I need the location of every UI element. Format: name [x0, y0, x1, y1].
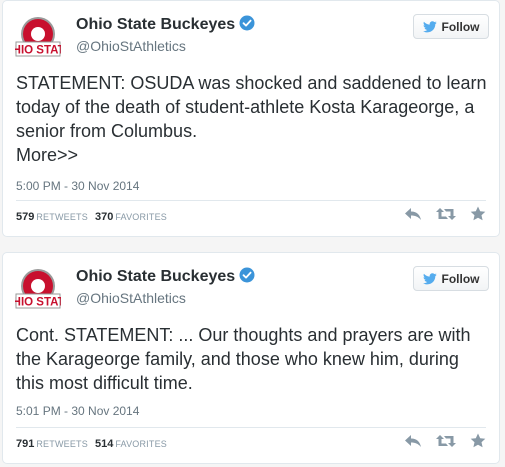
favorites-label[interactable]: FAVORITES: [115, 212, 167, 222]
retweet-icon: [436, 434, 456, 447]
follow-label: Follow: [441, 19, 480, 34]
author-name-text[interactable]: Ohio State Buckeyes: [76, 268, 235, 285]
star-icon: [470, 206, 486, 221]
tweet-actions: [404, 206, 486, 221]
reply-button[interactable]: [404, 434, 422, 448]
tweet-text: STATEMENT: OSUDA was shocked and saddene…: [16, 71, 491, 167]
tweet-body: STATEMENT: OSUDA was shocked and saddene…: [16, 73, 487, 141]
reply-icon: [405, 207, 421, 220]
timestamp[interactable]: 5:00 PM - 30 Nov 2014: [16, 179, 139, 193]
retweets-label[interactable]: RETWEETS: [36, 439, 88, 449]
author-name[interactable]: Ohio State Buckeyes: [76, 267, 255, 286]
verified-badge-icon: [239, 267, 255, 283]
tweet-stats: 579 RETWEETS 370 FAVORITES: [16, 211, 174, 223]
retweets-label[interactable]: RETWEETS: [36, 212, 88, 222]
twitter-bird-icon: [422, 272, 437, 284]
favorites-label[interactable]: FAVORITES: [115, 439, 167, 449]
tweet-stats: 791 RETWEETS 514 FAVORITES: [16, 438, 174, 450]
retweet-icon: [436, 207, 456, 220]
author-handle[interactable]: @OhioStAthletics: [76, 38, 186, 54]
reply-icon: [405, 434, 421, 447]
ohio-state-logo[interactable]: OHIO STATE: [15, 266, 61, 312]
tweet-body: Cont. STATEMENT: ... Our thoughts and pr…: [16, 325, 471, 393]
tweet-card: OHIO STATE Ohio State Buckeyes @OhioStAt…: [2, 252, 500, 464]
author-name-text[interactable]: Ohio State Buckeyes: [76, 16, 235, 33]
ohio-state-logo[interactable]: OHIO STATE: [15, 14, 61, 60]
svg-text:OHIO STATE: OHIO STATE: [15, 297, 61, 309]
follow-label: Follow: [441, 271, 480, 286]
retweet-button[interactable]: [436, 207, 456, 221]
favorite-button[interactable]: [470, 206, 486, 221]
retweet-button[interactable]: [436, 434, 456, 448]
divider: [16, 427, 486, 428]
author-name[interactable]: Ohio State Buckeyes: [76, 15, 255, 34]
more-link[interactable]: More>>: [16, 143, 491, 167]
follow-button[interactable]: Follow: [413, 14, 489, 39]
verified-badge-icon: [239, 15, 255, 31]
tweet-text: Cont. STATEMENT: ... Our thoughts and pr…: [16, 323, 491, 395]
reply-button[interactable]: [404, 207, 422, 221]
twitter-bird-icon: [422, 20, 437, 32]
divider: [16, 200, 486, 201]
favorite-count[interactable]: 370: [95, 211, 113, 223]
tweet-actions: [404, 433, 486, 448]
retweet-count[interactable]: 791: [16, 438, 34, 450]
favorite-button[interactable]: [470, 433, 486, 448]
tweet-card: OHIO STATE Ohio State Buckeyes @OhioStAt…: [2, 0, 500, 237]
follow-button[interactable]: Follow: [413, 266, 489, 291]
timestamp[interactable]: 5:01 PM - 30 Nov 2014: [16, 404, 139, 418]
star-icon: [470, 433, 486, 448]
author-handle[interactable]: @OhioStAthletics: [76, 290, 186, 306]
retweet-count[interactable]: 579: [16, 211, 34, 223]
favorite-count[interactable]: 514: [95, 438, 113, 450]
svg-text:OHIO STATE: OHIO STATE: [15, 45, 61, 57]
